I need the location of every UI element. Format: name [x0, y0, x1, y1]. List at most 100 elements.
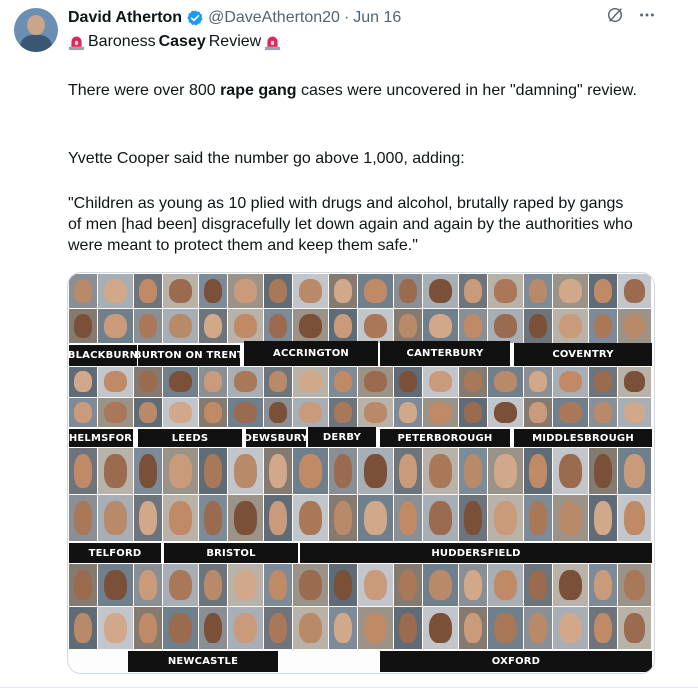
face-shape [269, 569, 287, 601]
mugshot-photo [358, 309, 393, 343]
mugshot-photo [553, 495, 588, 541]
label-newcastle: NEWCASTLE [128, 651, 278, 672]
mugshot-photo [618, 607, 651, 649]
face-shape [399, 569, 417, 601]
mugshot-photo [199, 397, 227, 427]
face-shape [334, 278, 352, 304]
face-shape [399, 454, 417, 488]
author-handle[interactable]: @DaveAtherton20 [208, 9, 340, 27]
face-shape [464, 278, 482, 304]
face-shape [104, 569, 127, 601]
mugshot-photo [553, 397, 588, 427]
headline-prefix: Baroness [88, 33, 156, 50]
face-shape [269, 401, 287, 423]
mugshot-photo [618, 495, 651, 541]
face-shape [494, 612, 517, 644]
mugshot-photo [329, 607, 357, 649]
face-shape [464, 454, 482, 488]
label-peterborough: PETERBOROUGH [380, 429, 510, 447]
face-shape [169, 401, 192, 423]
face-shape [559, 454, 582, 488]
face-shape [623, 278, 646, 304]
face-shape [594, 401, 612, 423]
face-shape [429, 501, 452, 535]
face-shape [399, 313, 417, 339]
mugshot-photo [329, 274, 357, 308]
face-shape [623, 454, 646, 488]
face-shape [74, 501, 92, 535]
mugshot-photo [199, 564, 227, 606]
mugshot-photo [264, 367, 292, 397]
face-shape [269, 313, 287, 339]
face-shape [299, 454, 322, 488]
face-shape [334, 401, 352, 423]
face-shape [169, 454, 192, 488]
mugshot-photo [199, 448, 227, 494]
face-shape [594, 313, 612, 339]
mugshot-photo [524, 495, 552, 541]
face-shape [494, 569, 517, 601]
face-shape [364, 612, 387, 644]
mugshot-photo [329, 309, 357, 343]
face-shape [364, 501, 387, 535]
mugshot-photo [134, 309, 162, 343]
face-shape [299, 401, 322, 423]
face-shape [559, 313, 582, 339]
author-name[interactable]: David Atherton [68, 9, 182, 27]
face-shape [169, 569, 192, 601]
more-icon[interactable] [638, 6, 656, 29]
mugshot-photo [524, 564, 552, 606]
face-shape [529, 371, 547, 393]
mugshot-photo [69, 607, 97, 649]
mugshot-photo [228, 309, 263, 343]
mugshot-photo [459, 607, 487, 649]
label-leeds: LEEDS [138, 429, 242, 447]
face-shape [334, 612, 352, 644]
police-siren-icon [265, 36, 281, 50]
mugshot-photo [459, 448, 487, 494]
face-shape [74, 313, 92, 339]
mugshot-photo [423, 367, 458, 397]
tweet[interactable]: David Atherton @DaveAtherton20 · Jun 16 … [0, 0, 698, 689]
tweet-headline: Baroness Casey Review [68, 33, 281, 51]
mugshot-photo [589, 495, 617, 541]
mugshot-photo [264, 274, 292, 308]
tweet-date[interactable]: Jun 16 [353, 9, 401, 27]
face-shape [334, 501, 352, 535]
face-shape [169, 371, 192, 393]
mugshot-photo [163, 564, 198, 606]
face-shape [334, 454, 352, 488]
face-shape [529, 569, 547, 601]
mugshot-photo [553, 448, 588, 494]
face-shape [204, 313, 222, 339]
mugshot-photo [98, 309, 133, 343]
face-shape [623, 612, 646, 644]
face-shape [559, 501, 582, 535]
mugshot-photo [589, 564, 617, 606]
mugshot-photo [134, 274, 162, 308]
mugshot-photo [98, 448, 133, 494]
mugshot-collage-image[interactable]: BLACKBURN BURTON ON TRENT ACCRINGTON CAN… [67, 272, 655, 674]
face-shape [559, 371, 582, 393]
avatar[interactable] [14, 8, 58, 52]
face-shape [623, 501, 646, 535]
mugshot-photo [589, 309, 617, 343]
face-shape [364, 313, 387, 339]
face-shape [74, 371, 92, 393]
face-shape [494, 278, 517, 304]
mugshot-photo [394, 309, 422, 343]
face-shape [74, 612, 92, 644]
face-shape [529, 278, 547, 304]
face-shape [429, 313, 452, 339]
mugshot-photo [488, 448, 523, 494]
label-chelmsford: CHELMSFORD [68, 429, 141, 447]
tweet-paragraph-3: "Children as young as 10 plied with drug… [68, 195, 633, 254]
face-shape [464, 401, 482, 423]
mugshot-photo [163, 309, 198, 343]
p1-before: There were over 800 [68, 82, 221, 99]
face-shape [399, 612, 417, 644]
label-blackburn: BLACKBURN [68, 345, 138, 366]
mugshot-photo [589, 607, 617, 649]
grok-icon[interactable] [606, 6, 624, 29]
face-shape [429, 454, 452, 488]
